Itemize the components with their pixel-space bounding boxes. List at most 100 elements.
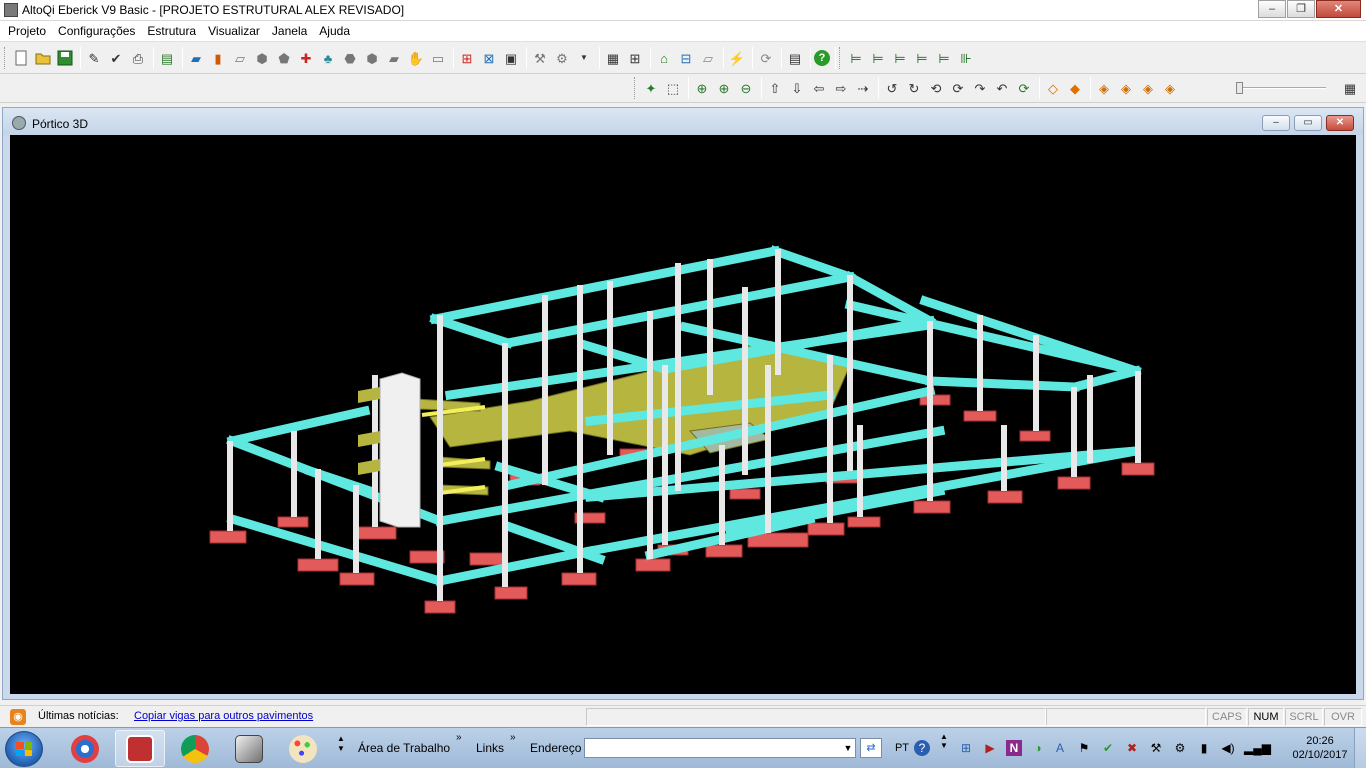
rotate-up-icon[interactable]: ⟲ <box>926 78 946 98</box>
detail-icon[interactable]: ⚒ <box>530 48 550 68</box>
app-a-tray-icon[interactable]: A <box>1052 740 1068 756</box>
hand-icon[interactable]: ✋ <box>406 48 426 68</box>
rotate-right-icon[interactable]: ↻ <box>904 78 924 98</box>
arrow-right-icon[interactable]: ⇨ <box>831 78 851 98</box>
menu-ajuda[interactable]: Ajuda <box>313 21 356 41</box>
comment-icon[interactable]: ▱ <box>698 48 718 68</box>
sync-tray-icon[interactable]: ◑ <box>1030 740 1046 756</box>
desktop-toolbar-label[interactable]: Área de Trabalho <box>358 741 450 755</box>
rotate-left-icon[interactable]: ↺ <box>882 78 902 98</box>
help-icon[interactable]: ? <box>814 50 830 66</box>
beam-icon[interactable]: ▰ <box>186 48 206 68</box>
select-icon[interactable]: ⬚ <box>663 78 683 98</box>
column-icon[interactable]: ▮ <box>208 48 228 68</box>
open-folder-icon[interactable] <box>33 48 53 68</box>
analysis-icon[interactable]: ⊠ <box>479 48 499 68</box>
rotate-cw-icon[interactable]: ↷ <box>970 78 990 98</box>
taskbar-eberick[interactable] <box>115 730 165 767</box>
clock[interactable]: 20:26 02/10/2017 <box>1288 734 1352 762</box>
new-file-icon[interactable] <box>11 48 31 68</box>
arrow-up-icon[interactable]: ⇧ <box>765 78 785 98</box>
table-view-icon[interactable]: ▦ <box>1340 78 1360 98</box>
move-icon[interactable]: ⇢ <box>853 78 873 98</box>
usb-tray-icon[interactable]: ⚙ <box>1172 740 1188 756</box>
menu-configuracoes[interactable]: Configurações <box>52 21 141 41</box>
table-icon[interactable]: ▦ <box>603 48 623 68</box>
address-go-button[interactable]: ⇄ <box>860 738 882 758</box>
stair-icon[interactable]: ♣ <box>318 48 338 68</box>
zoom-in-icon[interactable]: ⊕ <box>714 78 734 98</box>
device-tray-icon[interactable]: ⚒ <box>1148 740 1164 756</box>
process-icon[interactable]: ⚡ <box>727 48 747 68</box>
child-maximize-button[interactable]: ▭ <box>1294 115 1322 131</box>
3d-viewport[interactable] <box>10 135 1356 694</box>
toolbar-grip[interactable] <box>634 77 637 99</box>
frame-icon[interactable]: ⊞ <box>457 48 477 68</box>
frame-u-icon[interactable]: ⊪ <box>956 48 976 68</box>
app-icon[interactable] <box>4 3 18 17</box>
print-icon[interactable]: ⎙ <box>128 48 148 68</box>
close-button[interactable]: ✕ <box>1316 0 1361 18</box>
menu-estrutura[interactable]: Estrutura <box>141 21 202 41</box>
detail-dropdown-icon[interactable]: ⚙ <box>552 48 572 68</box>
frame-x-icon[interactable]: ⊨ <box>846 48 866 68</box>
save-icon[interactable] <box>55 48 75 68</box>
chevron-down-icon[interactable]: ▼ <box>574 48 594 68</box>
load-icon[interactable]: ✚ <box>296 48 316 68</box>
view-side-icon[interactable]: ◈ <box>1138 78 1158 98</box>
solid-icon[interactable]: ◆ <box>1065 78 1085 98</box>
tray-scroll-icon[interactable]: ▲ ▼ <box>936 732 952 750</box>
zoom-window-icon[interactable]: ⊕ <box>692 78 712 98</box>
language-indicator[interactable]: PT <box>894 740 910 756</box>
links-expand-icon[interactable]: » <box>510 732 516 743</box>
frame-z-icon[interactable]: ⊨ <box>890 48 910 68</box>
taskbar-app-1[interactable] <box>60 730 110 767</box>
calculator-icon[interactable]: ▤ <box>785 48 805 68</box>
menu-projeto[interactable]: Projeto <box>2 21 52 41</box>
zoom-out-icon[interactable]: ⊖ <box>736 78 756 98</box>
rss-icon[interactable]: ◉ <box>10 709 26 725</box>
report-icon[interactable]: ▣ <box>501 48 521 68</box>
building-icon[interactable]: ⌂ <box>654 48 674 68</box>
frame-v-icon[interactable]: ⊨ <box>934 48 954 68</box>
maximize-button[interactable]: ❐ <box>1287 0 1315 18</box>
help-tray-icon[interactable]: ? <box>914 740 930 756</box>
frame-w-icon[interactable]: ⊨ <box>912 48 932 68</box>
slider-thumb[interactable] <box>1236 82 1243 94</box>
taskbar-app-4[interactable] <box>224 730 274 767</box>
portico-icon[interactable] <box>12 116 26 130</box>
view-iso-icon[interactable]: ◈ <box>1160 78 1180 98</box>
flag-tray-icon[interactable]: ⚑ <box>1076 740 1092 756</box>
network-tray-icon[interactable]: ⊞ <box>958 740 974 756</box>
grid-icon[interactable]: ⊞ <box>625 48 645 68</box>
toolbar-grip[interactable] <box>4 47 7 69</box>
block-icon[interactable]: ⬣ <box>340 48 360 68</box>
frame-y-icon[interactable]: ⊨ <box>868 48 888 68</box>
rotate-ccw-icon[interactable]: ↶ <box>992 78 1012 98</box>
opacity-slider[interactable] <box>1236 82 1326 94</box>
view-back-icon[interactable]: ◈ <box>1116 78 1136 98</box>
taskbar-chrome[interactable] <box>170 730 220 767</box>
child-close-button[interactable]: ✕ <box>1326 115 1354 131</box>
slab-icon[interactable]: ▱ <box>230 48 250 68</box>
start-button[interactable] <box>5 731 43 767</box>
taskbar-scroll-icon[interactable]: ▲ ▼ <box>336 734 346 764</box>
floors-icon[interactable]: ▤ <box>157 48 177 68</box>
desktop-expand-icon[interactable]: » <box>456 732 462 743</box>
show-desktop-button[interactable] <box>1354 728 1366 768</box>
menu-janela[interactable]: Janela <box>266 21 313 41</box>
onenote-icon[interactable]: N <box>1006 740 1022 756</box>
view-front-icon[interactable]: ◈ <box>1094 78 1114 98</box>
menu-visualizar[interactable]: Visualizar <box>202 21 266 41</box>
sync-icon[interactable]: ⟳ <box>756 48 776 68</box>
volume-tray-icon[interactable]: ◀) <box>1220 740 1236 756</box>
arrow-down-icon[interactable]: ⇩ <box>787 78 807 98</box>
refresh-icon[interactable]: ⟳ <box>1014 78 1034 98</box>
wall-icon[interactable]: ⬢ <box>252 48 272 68</box>
news-link[interactable]: Copiar vigas para outros pavimentos <box>134 710 313 722</box>
power-tray-icon[interactable]: ▮ <box>1196 740 1212 756</box>
address-dropdown-icon[interactable]: ▼ <box>842 739 854 757</box>
antivirus-tray-icon[interactable]: ✖ <box>1124 740 1140 756</box>
wireframe-icon[interactable]: ◇ <box>1043 78 1063 98</box>
signal-tray-icon[interactable]: ▂▄▆ <box>1244 740 1271 756</box>
